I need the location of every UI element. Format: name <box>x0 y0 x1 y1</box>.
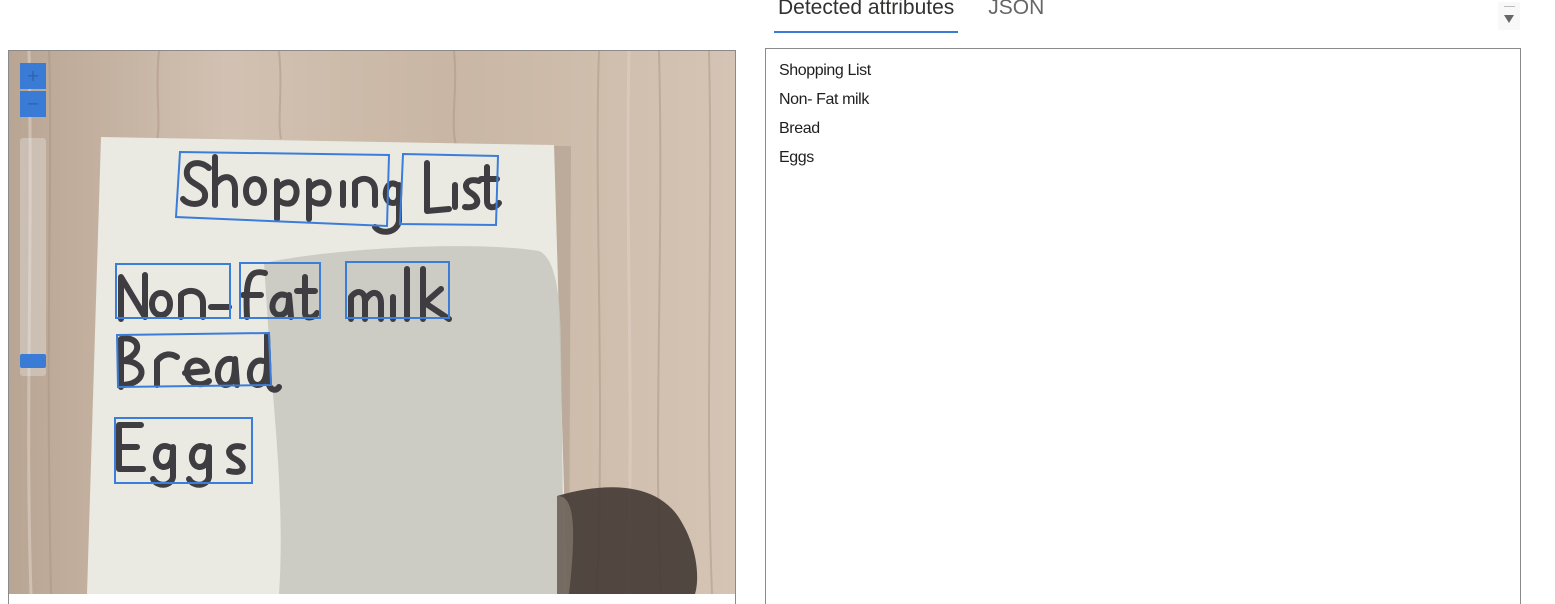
result-tabs: Detected attributes JSON <box>774 0 1074 34</box>
caret-down-icon <box>1504 15 1514 23</box>
app-root: + − Detected attributes JSON Shopping Li… <box>0 0 1555 604</box>
detected-line: Non- Fat milk <box>779 91 869 108</box>
tab-detected-attributes[interactable]: Detected attributes <box>774 0 959 33</box>
tab-json[interactable]: JSON <box>984 0 1048 31</box>
collapse-menu-control[interactable] <box>1498 2 1520 30</box>
zoom-slider[interactable] <box>20 138 46 376</box>
zoom-slider-thumb[interactable] <box>20 354 46 368</box>
detected-line: Bread <box>779 120 820 137</box>
zoom-out-button[interactable]: − <box>20 91 46 117</box>
analyzed-photo <box>9 51 735 594</box>
detected-line: Eggs <box>779 149 814 166</box>
image-viewer[interactable]: + − <box>8 50 736 604</box>
zoom-in-button[interactable]: + <box>20 63 46 89</box>
divider-line <box>1504 6 1515 7</box>
detected-line: Shopping List <box>779 62 871 79</box>
detected-attributes-panel[interactable]: Shopping List Non- Fat milk Bread Eggs <box>765 48 1521 604</box>
